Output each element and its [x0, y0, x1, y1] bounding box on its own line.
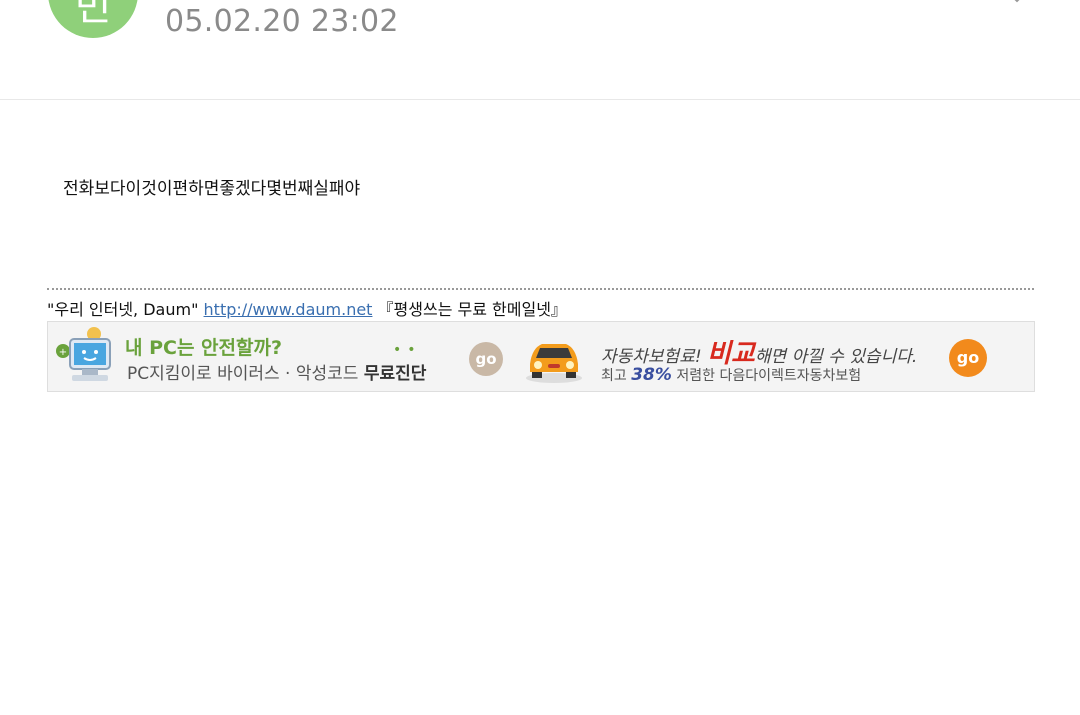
message-timestamp: 05.02.20 23:02 [165, 4, 399, 39]
car-icon [526, 344, 582, 383]
pc-monitor-icon: + [56, 327, 111, 381]
pc-safety-subtitle: PC지킴이로 바이러스 · 악성코드 무료진단 [127, 359, 426, 384]
emphasis-dots: •• [393, 342, 422, 358]
mail-signature: "우리 인터넷, Daum" http://www.daum.net 『평생쓰는… [47, 296, 567, 320]
ad-banner[interactable]: + 내 PC는 안전할까? •• PC지킴이로 바이러스 · 악성코드 무료진단… [47, 321, 1035, 392]
signature-divider [47, 288, 1034, 290]
pc-sub-emphasis: 무료진단 [363, 364, 427, 384]
car-sub-suffix: 저렴한 다음다이렉트자동차보험 [671, 368, 862, 384]
car-title-prefix: 자동차보험료! [601, 347, 708, 367]
message-body: 전화보다이것이편하면좋겠다몇번째실패야 [63, 179, 361, 199]
car-title-suffix: 해면 아낄 수 있습니다. [754, 347, 918, 367]
svg-text:+: + [59, 347, 67, 358]
go-button-car[interactable]: go [949, 339, 987, 377]
car-sub-percent: 38% [631, 365, 672, 385]
car-sub-prefix: 최고 [601, 368, 632, 384]
sender-avatar[interactable]: 민 [48, 0, 138, 38]
pc-sub-prefix: PC지킴이로 바이러스 · 악성코드 [127, 364, 364, 384]
signature-suffix: 『평생쓰는 무료 한메일넷』 [377, 300, 567, 319]
go-button-pc[interactable]: go [469, 342, 503, 376]
message-header: 민 05.02.20 23:02 [0, 0, 1080, 100]
daum-link[interactable]: http://www.daum.net [204, 300, 373, 319]
pc-safety-title: 내 PC는 안전할까? [125, 337, 283, 359]
signature-prefix: "우리 인터넷, Daum" [47, 300, 199, 319]
car-insurance-subtitle: 최고 38% 저렴한 다음다이렉트자동차보험 [601, 365, 861, 385]
chevron-icon[interactable] [1010, 0, 1024, 4]
